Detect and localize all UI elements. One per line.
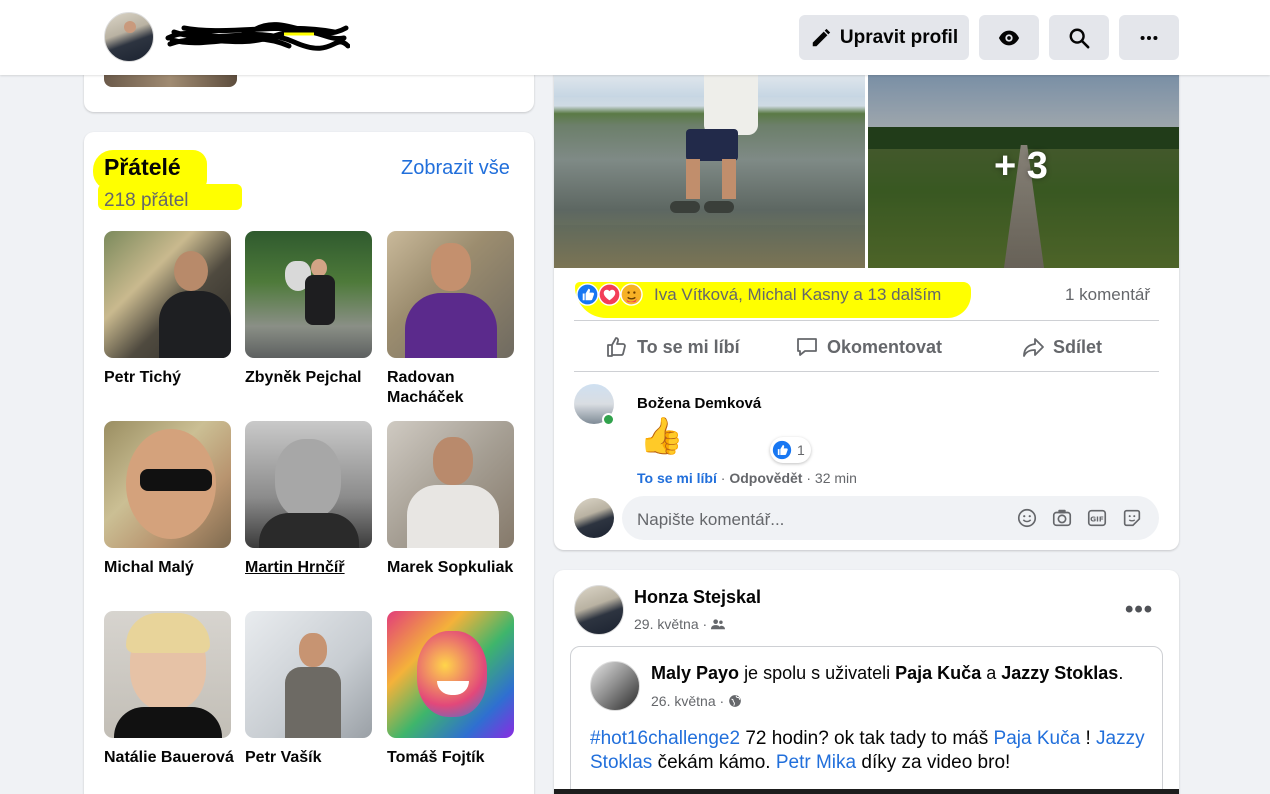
comment-icon — [797, 338, 817, 356]
comment-time[interactable]: 32 min — [815, 470, 857, 486]
svg-text:GIF: GIF — [1090, 515, 1104, 524]
eye-icon — [998, 30, 1020, 45]
friends-audience-icon — [711, 619, 726, 630]
view-as-button[interactable] — [979, 15, 1039, 60]
see-all-friends-link[interactable]: Zobrazit vše — [401, 157, 510, 180]
post-photo[interactable] — [554, 75, 865, 268]
share-button[interactable]: Sdílet — [1021, 335, 1102, 359]
shared-date-text[interactable]: 26. května — [651, 693, 716, 709]
comment-input-placeholder[interactable]: Napište komentář... — [637, 510, 784, 530]
divider — [574, 371, 1159, 372]
globe-icon — [729, 695, 741, 707]
comments-count[interactable]: 1 komentář — [1065, 285, 1150, 305]
post-author-name[interactable]: Honza Stejskal — [634, 587, 761, 608]
pencil-icon — [812, 28, 831, 46]
friend-photo[interactable] — [245, 421, 372, 548]
more-photos-overlay[interactable]: + 3 — [994, 145, 1048, 188]
tagged-user[interactable]: Jazzy Stoklas — [1001, 663, 1118, 683]
shared-author-name[interactable]: Maly Payo — [651, 663, 739, 683]
post-author-avatar[interactable] — [574, 585, 624, 635]
like-reaction-icon — [576, 283, 599, 306]
friend-photo[interactable] — [245, 231, 372, 358]
thumbs-up-emoji: 👍 — [639, 415, 684, 456]
ellipsis-icon — [1140, 35, 1158, 40]
camera-icon[interactable] — [1051, 507, 1073, 529]
comment-reaction-count: 1 — [797, 442, 805, 458]
post-date: 29. května · — [634, 616, 726, 632]
tagged-user[interactable]: Paja Kuča — [895, 663, 981, 683]
reactions-summary[interactable]: Iva Vítková, Michal Kasny a 13 dalším — [654, 285, 941, 305]
friend-photo[interactable] — [245, 611, 372, 738]
friend-name[interactable]: Petr Tichý — [104, 368, 236, 388]
mention-link[interactable]: Paja Kuča — [994, 728, 1081, 749]
friend-name[interactable]: Zbyněk Pejchal — [245, 368, 377, 388]
more-options-button[interactable] — [1119, 15, 1179, 60]
gif-icon[interactable]: GIF — [1086, 507, 1108, 529]
friend-photo[interactable] — [104, 421, 231, 548]
search-button[interactable] — [1049, 15, 1109, 60]
with-text: je spolu s uživateli — [744, 663, 891, 683]
love-reaction-icon — [598, 283, 621, 306]
friends-count: 218 přátel — [104, 190, 189, 211]
comment-button[interactable]: Okomentovat — [795, 335, 942, 359]
share-label: Sdílet — [1053, 336, 1103, 357]
friend-photo[interactable] — [387, 421, 514, 548]
friend-photo[interactable] — [104, 611, 231, 738]
friend-name[interactable]: Michal Malý — [104, 558, 236, 578]
friend-photo[interactable] — [387, 231, 514, 358]
care-reaction-icon — [620, 283, 643, 306]
divider — [574, 320, 1159, 321]
friends-title: Přátelé — [104, 154, 181, 180]
profile-top-bar: Upravit profil — [0, 0, 1270, 75]
like-label: To se mi líbí — [637, 336, 740, 357]
post-text-segment: ! — [1085, 728, 1091, 749]
post-options-button[interactable]: ••• — [1125, 596, 1153, 624]
friend-name[interactable]: Radovan Macháček — [387, 368, 519, 408]
like-button[interactable]: To se mi líbí — [605, 335, 740, 359]
reaction-icons[interactable] — [576, 283, 644, 307]
friend-name[interactable]: Natálie Bauerová — [104, 748, 236, 768]
my-avatar[interactable] — [574, 498, 614, 538]
redacted-profile-name — [165, 22, 350, 51]
friend-photo[interactable] — [387, 611, 514, 738]
comment-like-link[interactable]: To se mi líbí — [637, 470, 717, 486]
friend-photo[interactable] — [104, 231, 231, 358]
friend-name[interactable]: Marek Sopkuliak — [387, 558, 519, 578]
profile-avatar[interactable] — [104, 12, 154, 62]
shared-post-text: #hot16challenge2 72 hodin? ok tak tady t… — [590, 727, 1150, 775]
search-icon — [1069, 28, 1090, 48]
edit-profile-label: Upravit profil — [839, 26, 959, 48]
shared-author-avatar[interactable] — [590, 661, 640, 711]
and-text: a — [986, 663, 997, 683]
like-reaction-icon — [772, 440, 792, 460]
comment-reactions[interactable]: 1 — [770, 437, 811, 463]
comment-meta: To se mi líbí · Odpovědět · 32 min — [637, 470, 857, 486]
emoji-icon[interactable] — [1016, 507, 1038, 529]
friend-name[interactable]: Tomáš Fojtík — [387, 748, 519, 768]
online-status-dot — [602, 413, 615, 426]
edit-profile-button[interactable]: Upravit profil — [799, 15, 969, 60]
post-text-segment: 72 hodin? ok tak tady to máš — [745, 728, 989, 749]
friend-name[interactable]: Petr Vašík — [245, 748, 377, 768]
friend-name[interactable]: Martin Hrnčíř — [245, 558, 377, 578]
shared-post-header: Maly Payo je spolu s uživateli Paja Kuča… — [651, 663, 1124, 683]
sticker-icon[interactable] — [1121, 507, 1143, 529]
post-text-segment: čekám kámo. — [657, 752, 771, 773]
post-date-text[interactable]: 29. května — [634, 616, 699, 632]
comment-label: Okomentovat — [827, 336, 943, 357]
shared-post-date: 26. května · — [651, 693, 742, 709]
post-text-segment: díky za video bro! — [861, 752, 1011, 773]
mention-link[interactable]: Petr Mika — [776, 752, 856, 773]
comment-author[interactable]: Božena Demková — [637, 395, 761, 412]
hashtag-link[interactable]: #hot16challenge2 — [590, 728, 740, 749]
share-icon — [1023, 338, 1044, 357]
comment-reply-link[interactable]: Odpovědět — [729, 470, 802, 486]
thumbs-up-icon — [607, 337, 626, 357]
video-preview-edge[interactable] — [554, 789, 1179, 794]
